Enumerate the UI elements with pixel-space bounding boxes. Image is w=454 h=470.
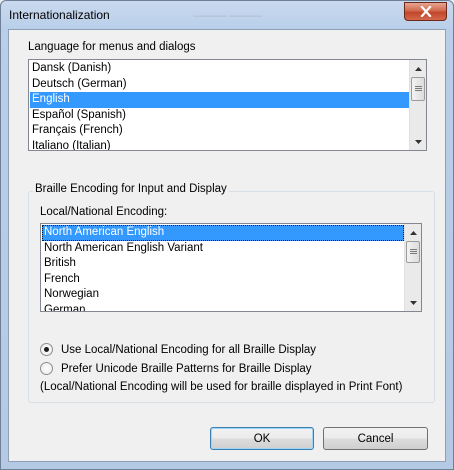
language-listbox[interactable]: Dansk (Danish) Deutsch (German) English … <box>28 59 427 151</box>
radio-unicode-label: Prefer Unicode Braille Patterns for Brai… <box>61 362 312 375</box>
list-item[interactable]: North American English Variant <box>42 241 404 257</box>
background-window-title: ——— ——— <box>193 10 263 22</box>
radio-button[interactable] <box>40 362 53 375</box>
list-item[interactable]: German <box>42 303 404 312</box>
chevron-up-icon <box>414 66 422 71</box>
list-item-selected[interactable]: North American English <box>42 225 404 241</box>
scroll-thumb[interactable] <box>411 77 425 101</box>
window-title: Internationalization <box>9 8 110 22</box>
list-item[interactable]: Français (French) <box>30 123 411 139</box>
list-item[interactable]: French <box>42 272 404 288</box>
encoding-scrollbar[interactable] <box>404 224 421 311</box>
list-item[interactable]: Español (Spanish) <box>30 108 411 124</box>
local-encoding-label: Local/National Encoding: <box>40 206 168 218</box>
dialog-client-area: Language for menus and dialogs Dansk (Da… <box>8 29 446 462</box>
dialog-window: Internationalization ——— ——— Language fo… <box>0 0 454 470</box>
language-label: Language for menus and dialogs <box>28 41 196 53</box>
cancel-button[interactable]: Cancel <box>323 427 428 450</box>
scroll-up-button[interactable] <box>405 224 421 241</box>
chevron-up-icon <box>409 230 417 235</box>
scroll-down-button[interactable] <box>410 133 426 150</box>
list-item[interactable]: Dansk (Danish) <box>30 61 411 77</box>
encoding-note: (Local/National Encoding will be used fo… <box>40 381 403 393</box>
title-bar[interactable]: Internationalization ——— ——— <box>1 1 453 29</box>
scroll-down-button[interactable] <box>405 294 421 311</box>
chevron-down-icon <box>414 139 422 144</box>
list-item-selected[interactable]: English <box>30 92 411 108</box>
radio-unicode-braille[interactable]: Prefer Unicode Braille Patterns for Brai… <box>40 362 312 375</box>
list-item[interactable]: Deutsch (German) <box>30 77 411 93</box>
close-icon <box>419 6 432 17</box>
radio-local-encoding[interactable]: Use Local/National Encoding for all Brai… <box>40 343 316 356</box>
list-item[interactable]: Norwegian <box>42 287 404 303</box>
scroll-up-button[interactable] <box>410 60 426 77</box>
scroll-thumb[interactable] <box>406 241 420 263</box>
radio-button-checked[interactable] <box>40 343 53 356</box>
encoding-listbox[interactable]: North American English North American En… <box>40 223 422 312</box>
braille-group-title: Braille Encoding for Input and Display <box>33 183 229 195</box>
chevron-down-icon <box>409 300 417 305</box>
list-item[interactable]: British <box>42 256 404 272</box>
language-scrollbar[interactable] <box>409 60 426 150</box>
radio-local-label: Use Local/National Encoding for all Brai… <box>61 343 317 356</box>
ok-button[interactable]: OK <box>210 427 314 450</box>
list-item[interactable]: Italiano (Italian) <box>30 139 411 151</box>
close-button[interactable] <box>404 2 447 21</box>
